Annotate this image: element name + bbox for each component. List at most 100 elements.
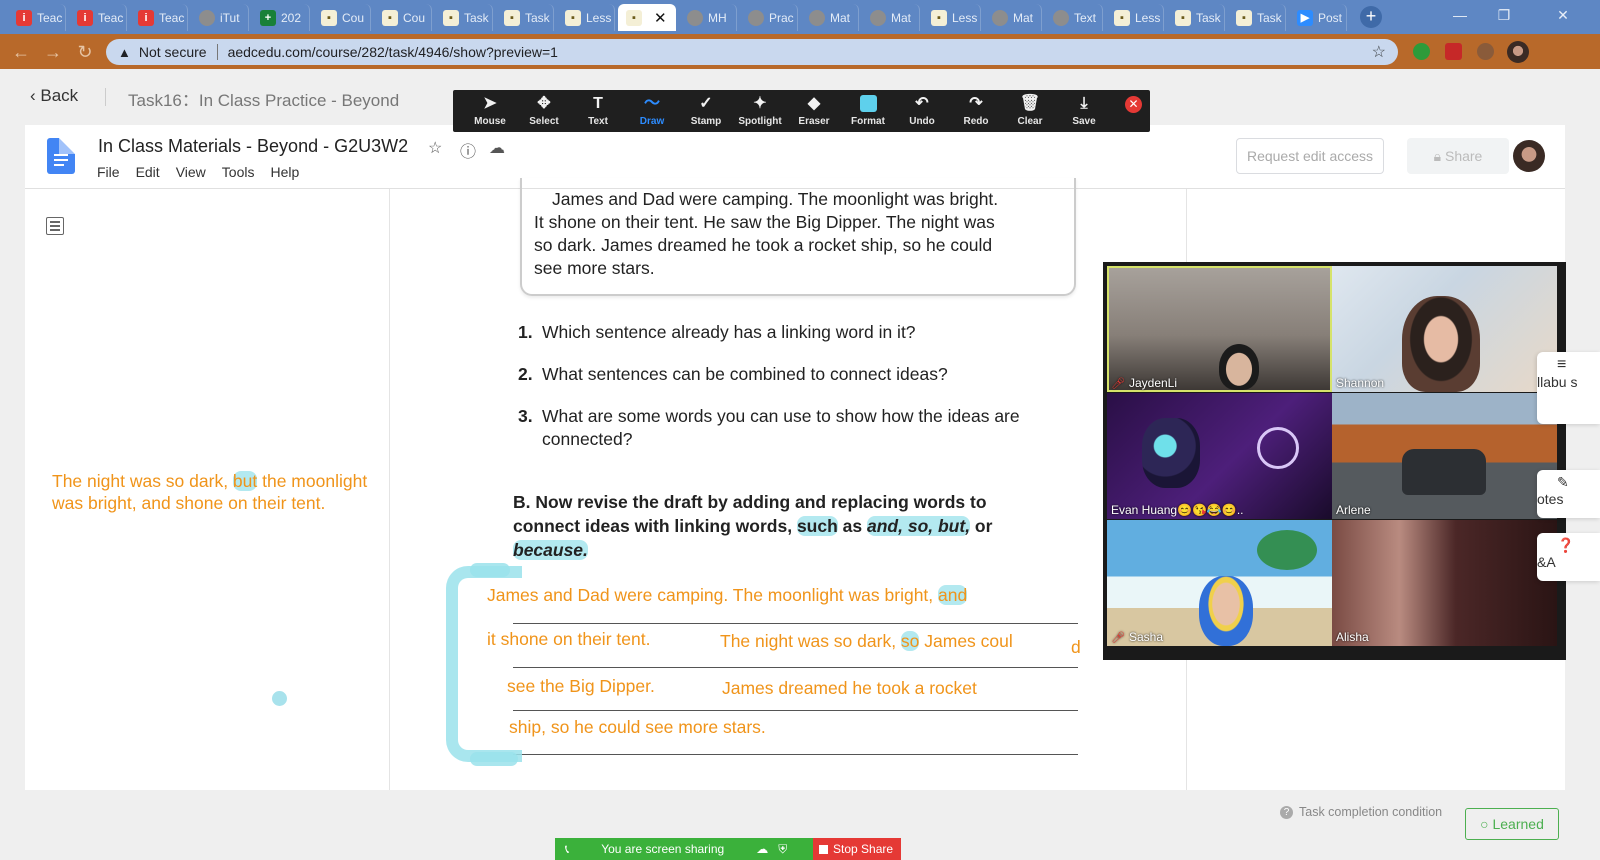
browser-tab[interactable]: Text	[1045, 4, 1103, 31]
video-tile[interactable]: 🎤︎ JaydenLi	[1107, 266, 1332, 392]
browser-tab[interactable]: MH	[679, 4, 737, 31]
browser-tab[interactable]: Prac	[740, 4, 798, 31]
extension-puzzle-icon[interactable]	[1477, 43, 1494, 60]
tool-label: Spotlight	[738, 116, 782, 127]
close-annotation-icon[interactable]: ✕	[1125, 96, 1142, 113]
back-nav-icon[interactable]: ←	[10, 41, 32, 63]
tool-clear[interactable]: 🗑 Clear	[1003, 95, 1057, 127]
video-tile[interactable]: 🎤︎ Sasha	[1107, 520, 1332, 646]
menu-item-view[interactable]: View	[176, 164, 206, 180]
stop-share-button[interactable]: Stop Share	[813, 838, 901, 860]
question-2: 2. What sentences can be combined to conn…	[518, 363, 948, 386]
menu-item-file[interactable]: File	[97, 164, 120, 180]
format-icon	[859, 95, 877, 113]
tab-label: Post	[1318, 10, 1343, 25]
back-link[interactable]: ‹ Back	[30, 86, 78, 106]
browser-tab[interactable]: Mat	[801, 4, 859, 31]
participant-video	[1199, 576, 1253, 646]
video-tile[interactable]: Alisha	[1332, 520, 1557, 646]
cream-doc-favicon-icon: ▪	[1236, 9, 1252, 26]
tool-text[interactable]: T Text	[571, 95, 625, 127]
tool-mouse[interactable]: ➤ Mouse	[463, 95, 517, 127]
handwriting-line-2b: The night was so dark, so James coul	[720, 631, 1013, 652]
user-avatar[interactable]	[1513, 140, 1545, 172]
browser-tab[interactable]: i Teac	[69, 4, 127, 31]
text-icon: T	[593, 95, 603, 112]
video-tile[interactable]: Arlene	[1332, 393, 1557, 519]
browser-tab[interactable]: +202	[252, 4, 310, 31]
side-tab-qa[interactable]: ❓ &A	[1537, 533, 1600, 581]
browser-tab[interactable]: ▪ Task	[1228, 4, 1286, 31]
tool-redo[interactable]: ↷ Redo	[949, 95, 1003, 127]
browser-tab[interactable]: iTut	[191, 4, 249, 31]
ublock-icon[interactable]	[1445, 43, 1462, 60]
menu-item-tools[interactable]: Tools	[222, 164, 255, 180]
participant-video	[1402, 296, 1480, 392]
video-tile[interactable]: Shannon	[1332, 266, 1557, 392]
browser-tab[interactable]: ▪ Cou	[374, 4, 432, 31]
screen-share-bar: 📞︎ You are screen sharing ☁ ⛨ Stop Share	[555, 838, 901, 860]
omnibox[interactable]: ▲ Not secure aedcedu.com/course/282/task…	[106, 39, 1398, 65]
browser-tab[interactable]: ▪ Task	[496, 4, 554, 31]
tool-label: Eraser	[798, 116, 830, 127]
tool-save[interactable]: ⤓ Save	[1057, 95, 1111, 127]
profile-avatar[interactable]	[1507, 41, 1529, 63]
browser-tab[interactable]: ▶ Post	[1289, 4, 1347, 31]
bookmark-star-icon[interactable]: ☆	[1372, 42, 1386, 62]
menu-item-edit[interactable]: Edit	[136, 164, 160, 180]
tab-close-icon[interactable]: ✕	[654, 9, 667, 27]
browser-tab[interactable]: ▪ Less	[557, 4, 615, 31]
tool-format[interactable]: Format	[841, 95, 895, 127]
tool-spotlight[interactable]: ✦ Spotlight	[733, 95, 787, 127]
url-text[interactable]: aedcedu.com/course/282/task/4946/show?pr…	[228, 44, 558, 60]
browser-tab[interactable]: ▪ Less	[1106, 4, 1164, 31]
browser-tab[interactable]: ▪ Task	[435, 4, 493, 31]
menu-item-help[interactable]: Help	[270, 164, 299, 180]
browser-tab[interactable]: i Teac	[8, 4, 66, 31]
browser-tab[interactable]: ▪ Cou	[313, 4, 371, 31]
green-sheet-favicon-icon: +	[260, 9, 276, 26]
task-completion-condition[interactable]: ? Task completion condition	[1280, 805, 1442, 819]
info-icon[interactable]: ⓘ	[460, 138, 476, 162]
warning-icon: ▲	[118, 44, 131, 60]
tool-draw[interactable]: 〜 Draw	[625, 95, 679, 127]
cloud-status-icon[interactable]: ☁	[489, 138, 505, 158]
extension-green-icon[interactable]	[1413, 43, 1430, 60]
minimize-button[interactable]: —	[1438, 0, 1482, 30]
side-tab-notes[interactable]: ✎ otes	[1537, 470, 1600, 518]
question-number: 2.	[518, 364, 533, 384]
handwriting-stray-letter: d	[1071, 637, 1081, 657]
browser-tab[interactable]: ▪ ✕	[618, 4, 676, 31]
browser-tab[interactable]: i Teac	[130, 4, 188, 31]
video-tile[interactable]: Evan Huang😊😘😂😊..	[1107, 393, 1332, 519]
browser-tab[interactable]: Mat	[862, 4, 920, 31]
tab-label: Cou	[403, 10, 426, 25]
tool-eraser[interactable]: ◆ Eraser	[787, 95, 841, 127]
window-close-button[interactable]: ✕	[1526, 0, 1600, 30]
tool-label: Select	[529, 116, 559, 127]
red-i-favicon-icon: i	[77, 9, 93, 26]
reload-icon[interactable]: ↻	[74, 41, 96, 63]
document-outline-icon[interactable]	[46, 217, 64, 235]
doc-title[interactable]: In Class Materials - Beyond - G2U3W2	[98, 136, 408, 157]
tool-label: Stamp	[690, 116, 722, 127]
side-tab-syllabus[interactable]: ≡ llabu s	[1537, 352, 1600, 424]
tool-stamp[interactable]: ✓ Stamp	[679, 95, 733, 127]
browser-tab[interactable]: ▪ Less	[923, 4, 981, 31]
tool-undo[interactable]: ↶ Undo	[895, 95, 949, 127]
browser-tab[interactable]: ▪ Task	[1167, 4, 1225, 31]
forward-nav-icon[interactable]: →	[42, 41, 64, 63]
learned-button[interactable]: ○ Learned	[1465, 808, 1559, 840]
browser-tab[interactable]: Mat	[984, 4, 1042, 31]
new-tab-button[interactable]: +	[1360, 6, 1382, 28]
share-button[interactable]: 🔒︎ Share	[1407, 138, 1509, 174]
google-docs-icon[interactable]	[47, 138, 75, 174]
part-b-line: connect ideas with linking words, such a…	[513, 514, 1053, 538]
back-label: Back	[40, 86, 79, 105]
screen-sharing-indicator[interactable]: 📞︎ You are screen sharing ☁ ⛨	[555, 838, 813, 860]
request-edit-access-button[interactable]: Request edit access	[1236, 138, 1384, 174]
star-icon[interactable]: ☆	[428, 138, 442, 158]
tool-select[interactable]: ✥ Select	[517, 95, 571, 127]
restore-button[interactable]: ❐	[1482, 0, 1526, 30]
cream-doc-favicon-icon: ▪	[504, 9, 520, 26]
